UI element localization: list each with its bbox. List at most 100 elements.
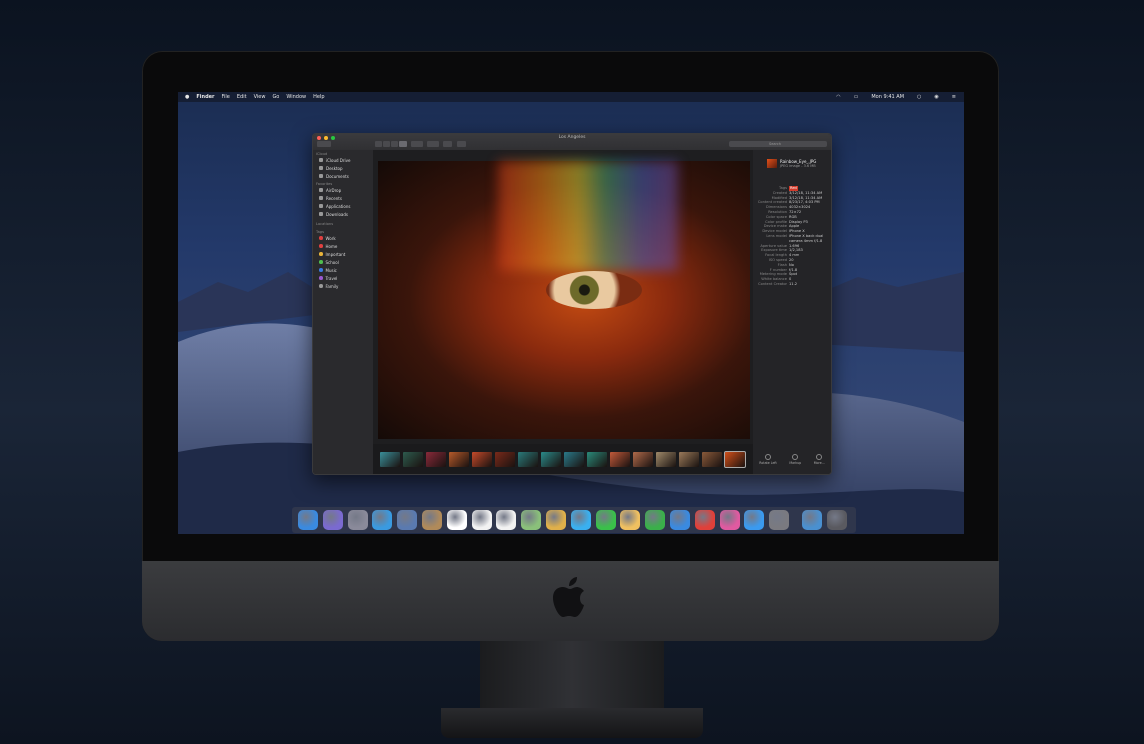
menu-view[interactable]: View: [254, 94, 266, 100]
rotate-left-icon: [765, 454, 772, 460]
dock-app-icon[interactable]: [471, 510, 492, 530]
metadata-row: Content Creator 11.2: [758, 281, 798, 286]
search-icon[interactable]: ○: [917, 94, 921, 100]
back-forward-buttons[interactable]: [317, 141, 331, 147]
dock-app-icon[interactable]: [570, 510, 591, 530]
download-icon: [319, 212, 323, 216]
menu-clock[interactable]: Mon 9:41 AM: [871, 94, 904, 100]
preview-eye: [546, 271, 642, 309]
thumbnail[interactable]: [541, 451, 561, 467]
view-icons-button[interactable]: [375, 141, 382, 147]
thumbnail[interactable]: [426, 451, 446, 467]
thumbnail[interactable]: [403, 451, 423, 467]
dock-app-icon[interactable]: [719, 510, 740, 530]
applications-icon: [319, 204, 323, 208]
dock-app-icon[interactable]: [545, 510, 566, 530]
menu-window[interactable]: Window: [286, 94, 306, 100]
dock-app-icon[interactable]: [595, 510, 616, 530]
menu-help[interactable]: Help: [313, 94, 324, 100]
sidebar-item-downloads[interactable]: Downloads: [313, 210, 373, 218]
finder-window: Los Angeles Search iCloud iCloud Drive D…: [312, 133, 832, 475]
thumbnail[interactable]: [472, 451, 492, 467]
view-gallery-button[interactable]: [399, 141, 407, 147]
sidebar-item-desktop[interactable]: Desktop: [313, 164, 373, 172]
dock-app-icon[interactable]: [744, 510, 765, 530]
sidebar-item-recents[interactable]: Recents: [313, 194, 373, 202]
dock-app-icon[interactable]: [769, 510, 790, 530]
group-button[interactable]: [411, 141, 423, 147]
dock: [292, 507, 856, 533]
sidebar-tag-work[interactable]: Work: [313, 234, 373, 242]
dock-app-icon[interactable]: [347, 510, 368, 530]
tag-dot-icon: [319, 260, 323, 264]
sidebar-tag-family[interactable]: Family: [313, 282, 373, 290]
thumbnail[interactable]: [633, 451, 653, 467]
dock-app-icon[interactable]: [397, 510, 418, 530]
dock-app-icon[interactable]: [421, 510, 442, 530]
sidebar-item-icloud-drive[interactable]: iCloud Drive: [313, 156, 373, 164]
sidebar-tag-music[interactable]: Music: [313, 266, 373, 274]
menu-file[interactable]: File: [222, 94, 230, 100]
window-title: Los Angeles: [558, 135, 586, 140]
thumbnail[interactable]: [724, 450, 746, 468]
action-button[interactable]: [427, 141, 439, 147]
share-button[interactable]: [443, 141, 452, 147]
apple-menu-icon[interactable]: ●: [185, 94, 189, 100]
sidebar-tag-important[interactable]: Important: [313, 250, 373, 258]
thumbnail[interactable]: [587, 451, 607, 467]
rotate-left-button[interactable]: Rotate Left: [759, 454, 777, 465]
tag-dot-icon: [319, 252, 323, 256]
tag-dot-icon: [319, 276, 323, 280]
imac-stand-base: [441, 708, 703, 738]
image-preview[interactable]: [378, 161, 750, 439]
more-button[interactable]: More...: [814, 454, 825, 465]
file-thumbnail: [767, 159, 777, 168]
dock-app-icon[interactable]: [645, 510, 666, 530]
sidebar-tag-home[interactable]: Home: [313, 242, 373, 250]
thumbnail[interactable]: [518, 451, 538, 467]
menu-edit[interactable]: Edit: [237, 94, 247, 100]
view-list-button[interactable]: [383, 141, 390, 147]
thumbnail[interactable]: [610, 451, 630, 467]
markup-button[interactable]: Markup: [789, 454, 801, 465]
search-field[interactable]: Search: [729, 141, 827, 147]
sidebar-item-applications[interactable]: Applications: [313, 202, 373, 210]
menu-app-name[interactable]: Finder: [196, 94, 214, 100]
dock-app-icon[interactable]: [826, 510, 847, 530]
dock-app-icon[interactable]: [496, 510, 517, 530]
dock-app-icon[interactable]: [801, 510, 822, 530]
sidebar-item-airdrop[interactable]: AirDrop: [313, 186, 373, 194]
thumbnail[interactable]: [656, 451, 676, 467]
sidebar-tag-travel[interactable]: Travel: [313, 274, 373, 282]
wifi-icon[interactable]: ◠: [836, 94, 840, 100]
title-bar: Los Angeles Search: [313, 134, 831, 150]
airplay-icon[interactable]: ▭: [854, 94, 859, 100]
thumbnail[interactable]: [702, 451, 722, 467]
dock-app-icon[interactable]: [669, 510, 690, 530]
thumbnail[interactable]: [679, 451, 699, 467]
dock-app-icon[interactable]: [298, 510, 318, 530]
clock-icon: [319, 196, 323, 200]
inspector-panel: Rainbow_Eye_.JPG JPEG image - 3.6 MB Tag…: [753, 150, 831, 474]
dock-app-icon[interactable]: [521, 510, 542, 530]
thumbnail[interactable]: [495, 451, 515, 467]
dock-app-icon[interactable]: [446, 510, 467, 530]
user-icon[interactable]: ◉: [934, 94, 938, 100]
dock-app-icon[interactable]: [620, 510, 641, 530]
list-icon[interactable]: ≡: [952, 94, 956, 100]
dock-app-icon[interactable]: [372, 510, 393, 530]
dock-app-icon[interactable]: [322, 510, 343, 530]
tag-dot-icon: [319, 268, 323, 272]
thumbnail[interactable]: [564, 451, 584, 467]
screen: ● Finder File Edit View Go Window Help ◠…: [178, 92, 964, 534]
sidebar: iCloud iCloud Drive Desktop Documents Fa…: [313, 150, 373, 474]
sidebar-item-documents[interactable]: Documents: [313, 172, 373, 180]
dock-app-icon[interactable]: [694, 510, 715, 530]
apple-logo: [553, 577, 584, 617]
sidebar-tag-school[interactable]: School: [313, 258, 373, 266]
menu-go[interactable]: Go: [272, 94, 279, 100]
tag-button[interactable]: [457, 141, 466, 147]
thumbnail[interactable]: [449, 451, 469, 467]
view-columns-button[interactable]: [391, 141, 398, 147]
thumbnail[interactable]: [380, 451, 400, 467]
